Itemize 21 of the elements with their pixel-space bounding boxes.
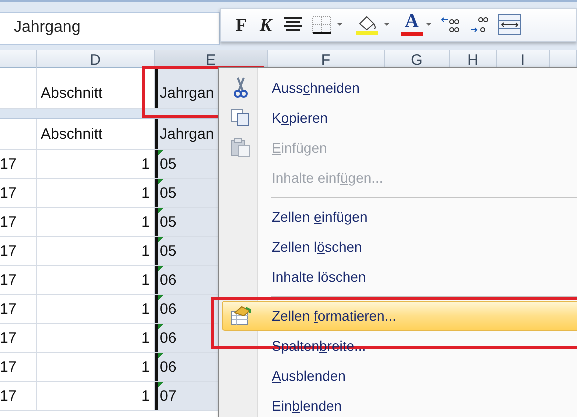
formula-field[interactable]: Jahrgang — [0, 12, 220, 45]
italic-button[interactable]: K — [257, 12, 276, 38]
merge-cells-icon[interactable] — [498, 14, 522, 36]
clipboard-icon — [231, 138, 251, 158]
font-color-button[interactable]: A — [401, 12, 434, 38]
copy-icon — [231, 109, 251, 127]
table-cell: 17 — [0, 237, 37, 265]
table-cell: 17 — [0, 324, 37, 352]
scissors-icon — [233, 77, 249, 99]
bold-button[interactable]: F — [233, 12, 250, 38]
align-center-icon[interactable] — [282, 16, 304, 34]
format-cells-icon — [231, 306, 251, 326]
menu-item[interactable]: Zellen formatieren... — [222, 301, 577, 331]
table-cell: 17 — [0, 150, 37, 178]
table-cell: 17 — [0, 266, 37, 294]
caret-icon[interactable] — [425, 22, 434, 28]
table-cell: 17 — [0, 179, 37, 207]
table-cell: 17 — [0, 208, 37, 236]
table-cell: 17 — [0, 295, 37, 323]
table-cell: 17 — [0, 353, 37, 381]
table-cell: 17 — [0, 382, 37, 410]
